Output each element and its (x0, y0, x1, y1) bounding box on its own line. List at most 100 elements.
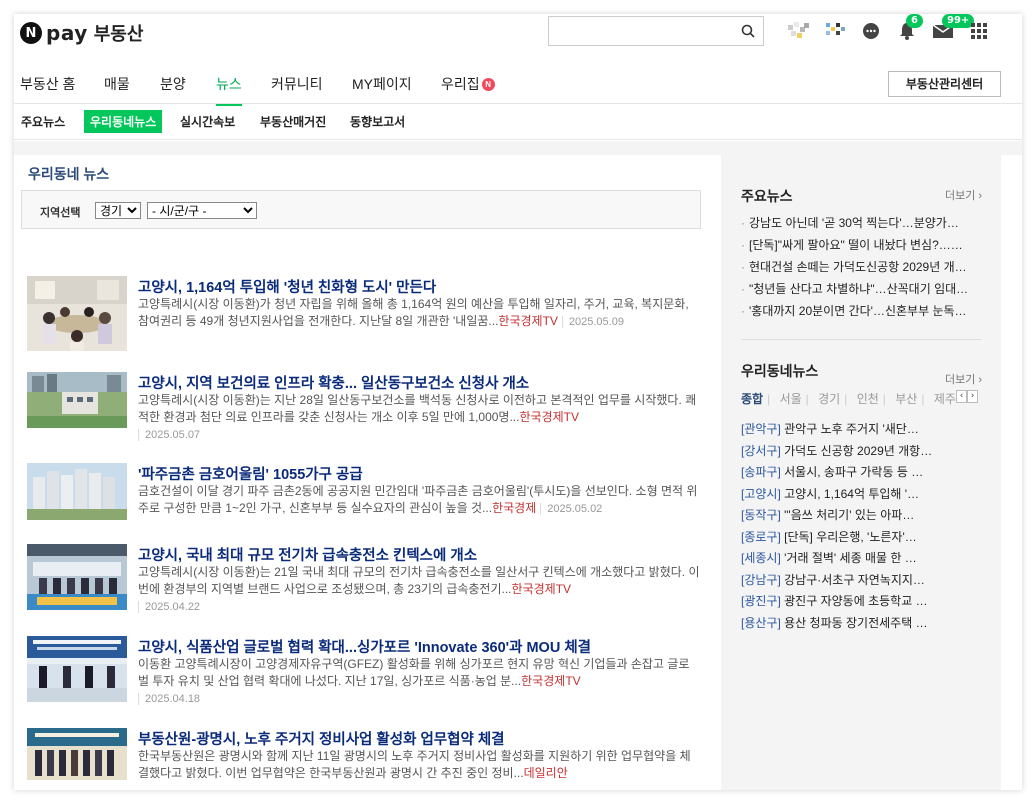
local-news-item[interactable]: [강남구] 강남구·서초구 자연녹지지… (741, 570, 981, 592)
talk-icon[interactable] (858, 18, 884, 44)
nav-myhome-wrap[interactable]: 우리집 N (441, 74, 495, 94)
local-news-tabs: 종합 | 서울 | 경기 | 인천 | 부산 | 제주 (741, 392, 956, 406)
subnav-trend-report[interactable]: 동향보고서 (350, 113, 405, 130)
local-news-item[interactable]: [광진구] 광진구 자양동에 초등학교 … (741, 591, 981, 613)
realestate-manager-button[interactable]: 부동산관리센터 (888, 71, 1001, 97)
local-news-heading: 우리동네뉴스 (741, 363, 819, 379)
local-news-item[interactable]: [종로구] [단독] 우리은행, '노른자'… (741, 527, 981, 549)
naver-pay-logo[interactable]: N pay 부동산 (20, 20, 143, 46)
local-news-item[interactable]: [강서구] 가덕도 신공항 2029년 개항… (741, 441, 981, 463)
news-thumbnail[interactable] (27, 636, 127, 702)
subnav-magazine[interactable]: 부동산매거진 (260, 113, 326, 130)
news-title[interactable]: 고양시, 1,164억 투입해 '청년 친화형 도시' 만든다 (138, 276, 436, 297)
chevron-right-icon[interactable]: › (967, 390, 978, 403)
news-source[interactable]: 한국경제TV (521, 674, 581, 688)
chevron-left-icon[interactable]: ‹ (956, 390, 967, 403)
nav-news[interactable]: 뉴스 (216, 74, 242, 106)
profile-avatar[interactable] (786, 19, 814, 43)
main-news-item[interactable]: '홍대까지 20분이면 간다'…신혼부부 눈독… (741, 300, 981, 322)
search-input[interactable] (549, 17, 729, 45)
news-thumbnail[interactable] (27, 276, 127, 351)
news-date: 2025.04.18 (138, 693, 201, 705)
search-icon[interactable] (741, 24, 755, 38)
news-summary: 금호건설이 이달 경기 파주 금촌2동에 공공지원 민간임대 '파주금촌 금호어… (138, 484, 698, 515)
nav-listings[interactable]: 매물 (104, 74, 130, 94)
account-icon[interactable] (824, 21, 848, 41)
news-source[interactable]: 한국경제 (492, 501, 536, 515)
news-summary: 고양특례시(시장 이동환)가 청년 자립을 위해 올해 총 1,164억 원의 … (138, 297, 689, 328)
nav-presale[interactable]: 분양 (160, 74, 186, 94)
news-thumbnail[interactable] (27, 728, 127, 780)
tab-busan[interactable]: 부산 (895, 392, 917, 406)
subnav-local-news[interactable]: 우리동네뉴스 (84, 110, 163, 133)
page-title: 우리동네 뉴스 (28, 166, 110, 182)
notification-bell-icon[interactable]: 6 (894, 14, 923, 44)
separator-bar (14, 141, 1022, 155)
news-date: 2025.05.09 (561, 316, 624, 328)
logo-n-icon: N (20, 22, 42, 44)
nav-mypage[interactable]: MY페이지 (352, 74, 412, 94)
news-title[interactable]: '파주금촌 금호어울림' 1055가구 공급 (138, 463, 363, 484)
divider (741, 339, 981, 340)
news-summary: 고양특례시(시장 이동환)는 지난 28일 일산동구보건소를 백석동 신청사로 … (138, 393, 697, 441)
nav-home[interactable]: 부동산 홈 (20, 74, 75, 94)
news-date: 2025.05.02 (540, 503, 603, 515)
news-source[interactable]: 한국경제TV (498, 314, 558, 328)
news-source[interactable]: 한국경제TV (519, 410, 579, 424)
nav-community[interactable]: 커뮤니티 (271, 74, 323, 94)
news-date: 2025.05.07 (138, 429, 201, 441)
news-source[interactable]: 데일리안 (524, 766, 568, 780)
tab-incheon[interactable]: 인천 (857, 392, 879, 406)
new-badge-icon: N (481, 78, 495, 91)
sub-nav: 주요뉴스 우리동네뉴스 실시간속보 부동산매거진 동향보고서 (14, 104, 1022, 140)
main-news-item[interactable]: "청년들 산다고 차별하냐"…산꼭대기 임대… (741, 278, 981, 300)
news-source[interactable]: 한국경제TV (512, 582, 572, 596)
logo-pay-text: pay (46, 21, 88, 45)
mail-icon[interactable]: 99+ (930, 14, 975, 44)
news-title[interactable]: 고양시, 국내 최대 규모 전기차 급속충전소 킨텍스에 개소 (138, 544, 477, 565)
main-news-list: 강남도 아닌데 '곧 30억 찍는다'…분양가… [단독]"싸게 팔아요" 떨이… (741, 212, 981, 322)
subnav-breaking[interactable]: 실시간속보 (180, 113, 235, 130)
tab-gyeonggi[interactable]: 경기 (818, 392, 840, 406)
city-select[interactable]: - 시/군/구 - (147, 202, 257, 219)
logo-service-text: 부동산 (93, 24, 144, 45)
subnav-main-news[interactable]: 주요뉴스 (21, 113, 65, 130)
local-news-item[interactable]: [세종시] '거래 절벽' 세종 매물 한 … (741, 548, 981, 570)
local-news-more-link[interactable]: 더보기 › (945, 371, 982, 387)
tab-jeju[interactable]: 제주 (934, 392, 956, 406)
news-thumbnail[interactable] (27, 463, 127, 520)
local-news-item[interactable]: [용산구] 용산 청파동 장기전세주택 … (741, 613, 981, 635)
nav-myhome: 우리집 (441, 76, 480, 92)
right-sidebar: 주요뉴스 더보기 › 강남도 아닌데 '곧 30억 찍는다'…분양가… [단독]… (721, 155, 1001, 790)
local-news-item[interactable]: [고양시] 고양시, 1,164억 투입해 '… (741, 484, 981, 506)
main-news-heading: 주요뉴스 (741, 188, 793, 204)
news-title[interactable]: 고양시, 지역 보건의료 인프라 확충... 일산동구보건소 신청사 개소 (138, 372, 529, 393)
app-grid-icon[interactable] (966, 18, 992, 44)
province-select[interactable]: 경기 (95, 202, 141, 219)
news-summary: 이동환 고양특례시장이 고양경제자유구역(GFEZ) 활성화를 위해 싱가포르 … (138, 657, 690, 705)
main-news-more-link[interactable]: 더보기 › (945, 187, 982, 203)
news-date: 2025.04.22 (138, 601, 201, 613)
tab-all[interactable]: 종합 (741, 392, 763, 406)
local-news-item[interactable]: [송파구] 서울시, 송파구 가락동 등 … (741, 462, 981, 484)
news-thumbnail[interactable] (27, 544, 127, 610)
news-summary: 한국부동산원은 광명시와 함께 지난 11일 광명시의 노후 주거지 정비사업 … (138, 749, 691, 780)
tab-arrows: ‹ › (956, 390, 978, 403)
notification-count-badge: 6 (906, 14, 923, 28)
browser-frame: N pay 부동산 6 99+ 부동산 홈 매물 분양 뉴스 커뮤니티 MY페이… (14, 14, 1022, 790)
main-news-item[interactable]: [단독]"싸게 팔아요" 떨이 내놨다 변심?…… (741, 234, 981, 256)
news-summary: 고양특례시(시장 이동환)는 21일 국내 최대 규모의 전기차 급속충전소를 … (138, 565, 700, 613)
main-news-item[interactable]: 현대건설 손떼는 가덕도신공항 2029년 개… (741, 256, 981, 278)
local-news-item[interactable]: [관악구] 관악구 노후 주거지 '새단… (741, 419, 981, 441)
global-nav: 부동산 홈 매물 분양 뉴스 커뮤니티 MY페이지 우리집 N 부동산관리센터 (14, 64, 1022, 106)
news-thumbnail[interactable] (27, 372, 127, 428)
region-filter: 지역선택 경기 - 시/군/구 - (21, 190, 701, 229)
news-title[interactable]: 부동산원-광명시, 노후 주거지 정비사업 활성화 업무협약 체결 (138, 728, 505, 749)
news-title[interactable]: 고양시, 식품산업 글로벌 협력 확대...싱가포르 'Innovate 360… (138, 636, 591, 657)
header-icons: 6 99+ (786, 14, 992, 44)
main-news-item[interactable]: 강남도 아닌데 '곧 30억 찍는다'…분양가… (741, 212, 981, 234)
chevron-right-icon: › (975, 374, 983, 386)
local-news-item[interactable]: [동작구] "'음쓰 처리기' 있는 아파… (741, 505, 981, 527)
top-header: N pay 부동산 6 99+ (14, 14, 1022, 64)
tab-seoul[interactable]: 서울 (780, 392, 802, 406)
